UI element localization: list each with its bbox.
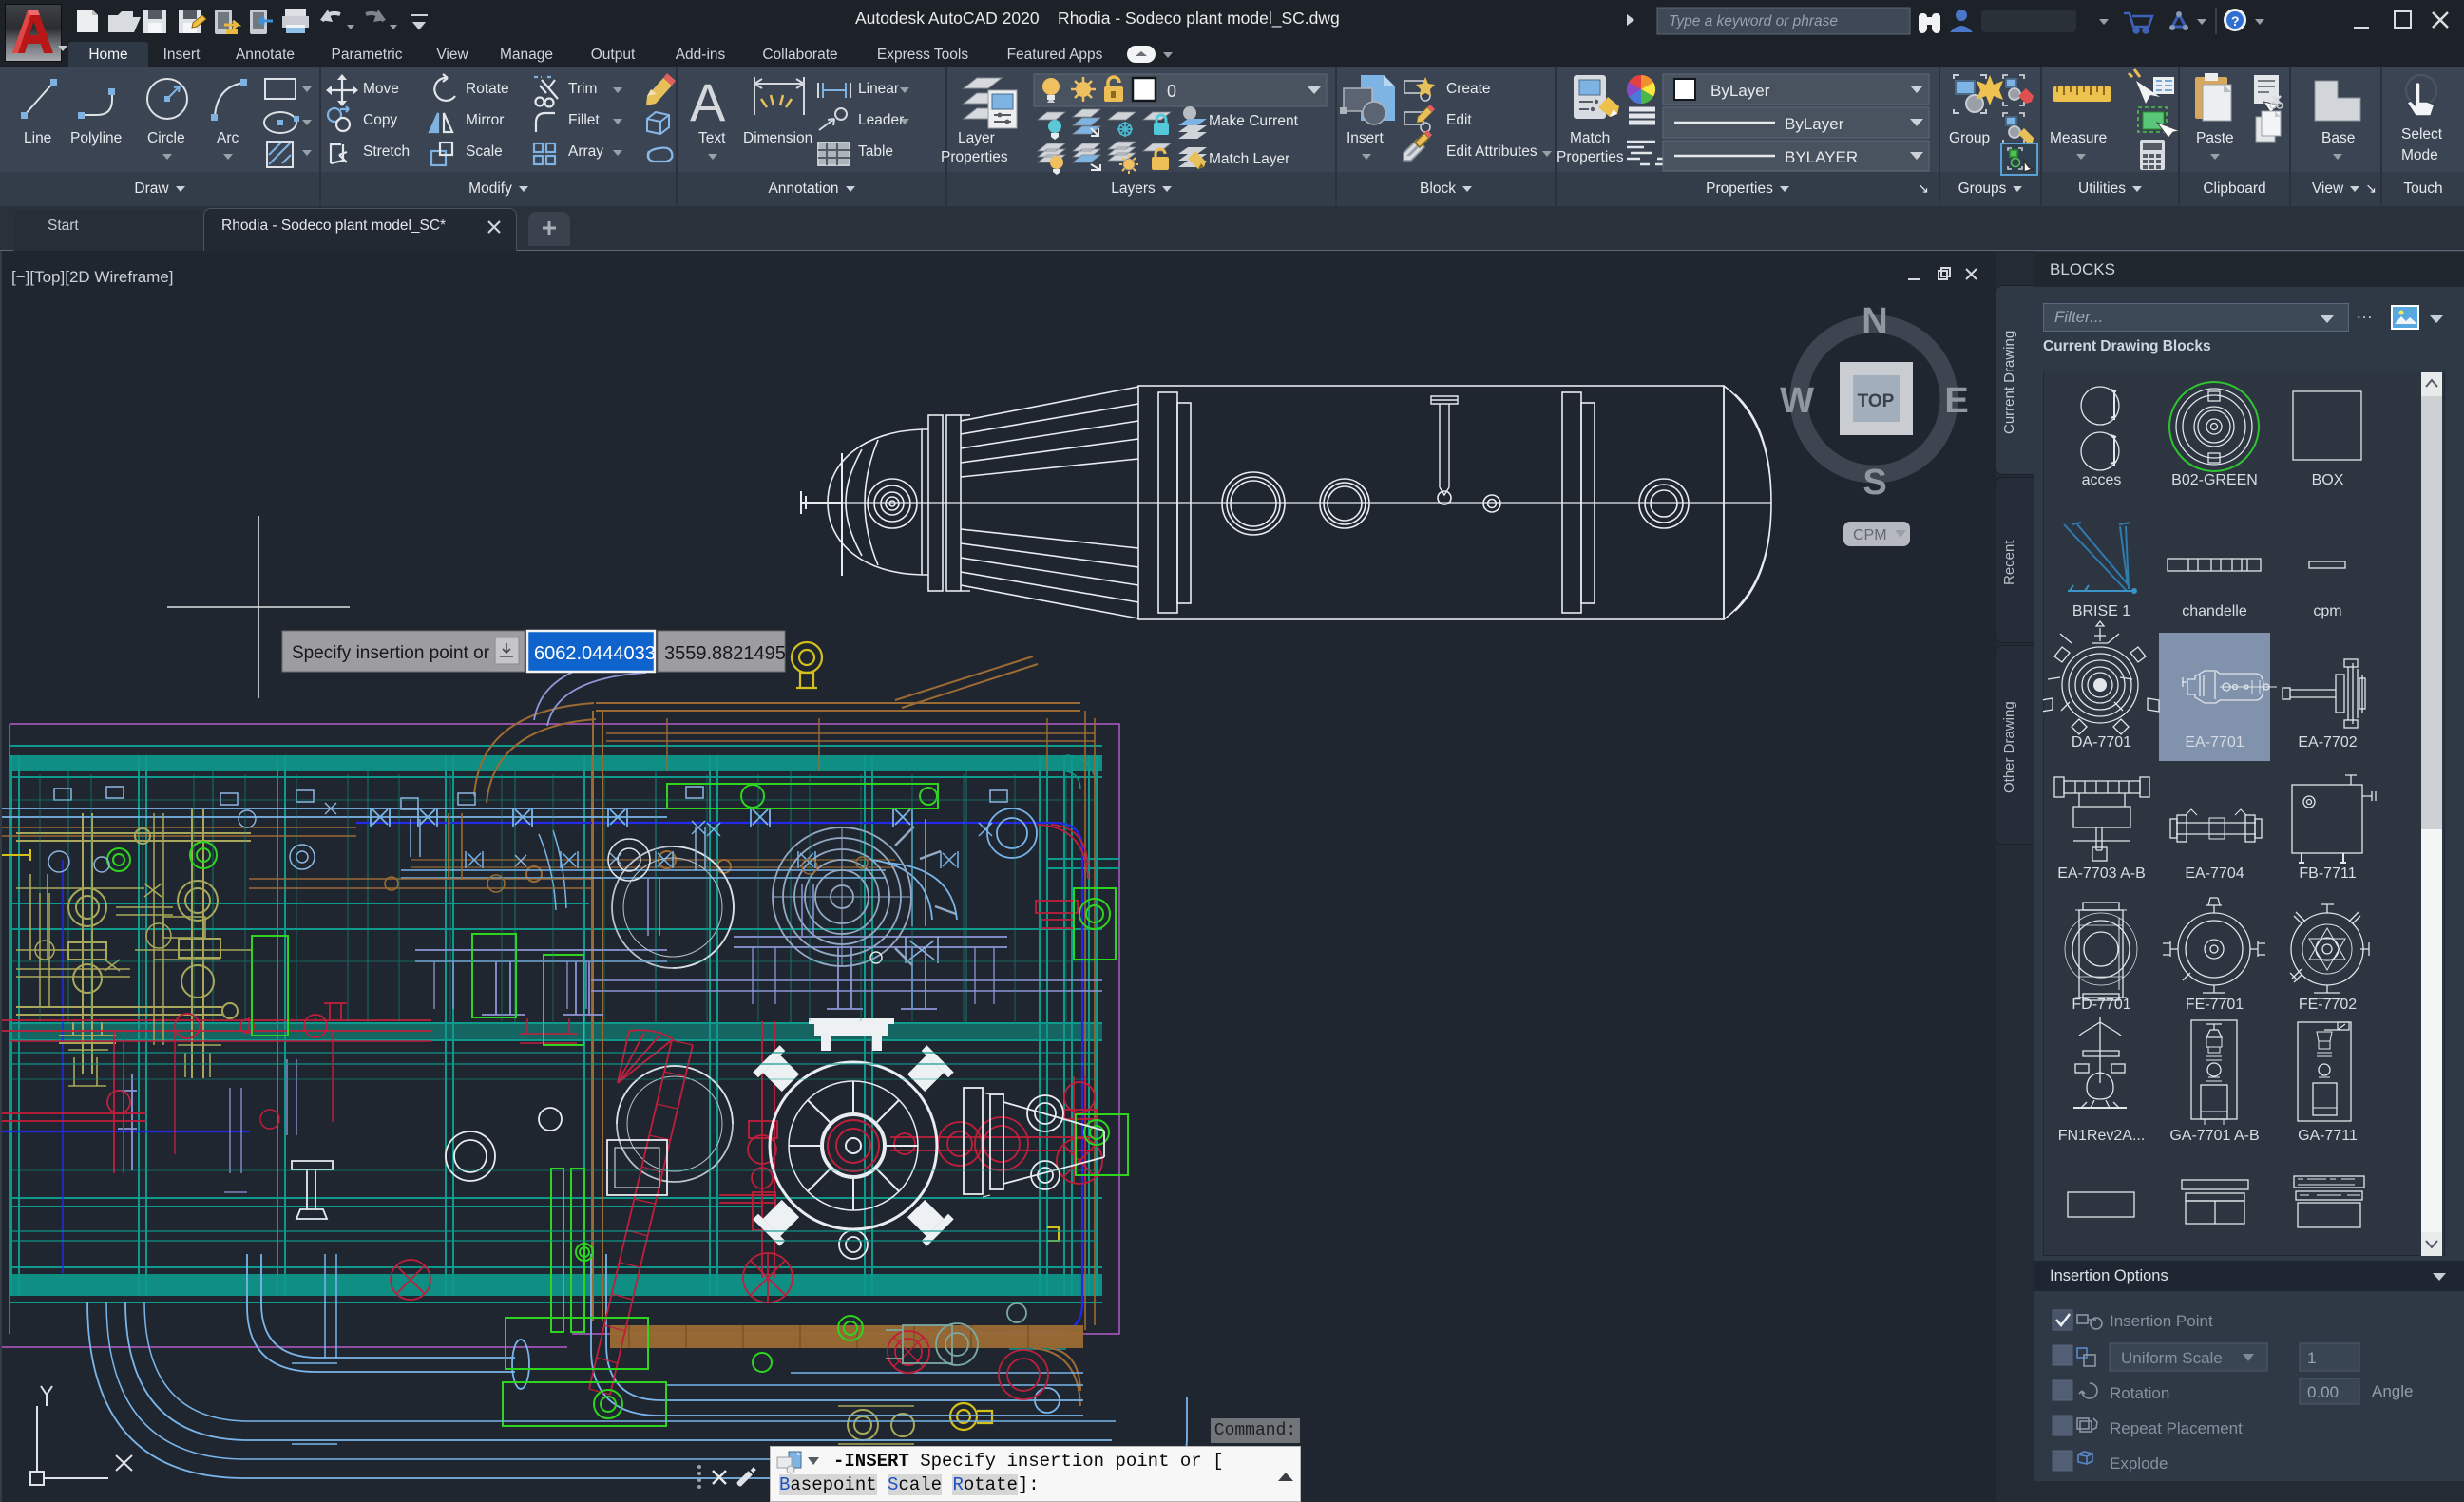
svg-text:Rotation: Rotation (2110, 1384, 2169, 1402)
svg-text:?: ? (2231, 13, 2240, 29)
svg-text:0.00: 0.00 (2307, 1383, 2339, 1401)
svg-text:ByLayer: ByLayer (1785, 115, 1844, 133)
svg-text:[−][Top][2D Wireframe]: [−][Top][2D Wireframe] (11, 268, 174, 286)
svg-text:ByLayer: ByLayer (1710, 82, 1770, 100)
svg-text:Type a keyword or phrase: Type a keyword or phrase (1669, 13, 1838, 29)
svg-text:N: N (1862, 301, 1887, 341)
svg-text:Insertion Point: Insertion Point (2110, 1312, 2213, 1330)
svg-text:S: S (1862, 463, 1886, 503)
svg-text:Specify insertion point or: Specify insertion point or (292, 643, 490, 663)
svg-text:Repeat Placement: Repeat Placement (2110, 1419, 2243, 1437)
svg-text:Uniform Scale: Uniform Scale (2121, 1349, 2223, 1367)
svg-text:TOP: TOP (1858, 391, 1895, 411)
svg-text:CPM: CPM (1853, 527, 1887, 543)
svg-text:W: W (1780, 381, 1814, 421)
svg-text:E: E (1944, 381, 1968, 421)
svg-text:BYLAYER: BYLAYER (1785, 148, 1858, 166)
svg-text:1: 1 (2307, 1349, 2316, 1367)
svg-text:Angle: Angle (2372, 1382, 2413, 1400)
svg-text:0: 0 (1167, 82, 1176, 101)
svg-text:3559.8821495: 3559.8821495 (664, 643, 786, 664)
svg-text:6062.0444033: 6062.0444033 (534, 643, 656, 664)
svg-text:Explode: Explode (2110, 1454, 2168, 1473)
